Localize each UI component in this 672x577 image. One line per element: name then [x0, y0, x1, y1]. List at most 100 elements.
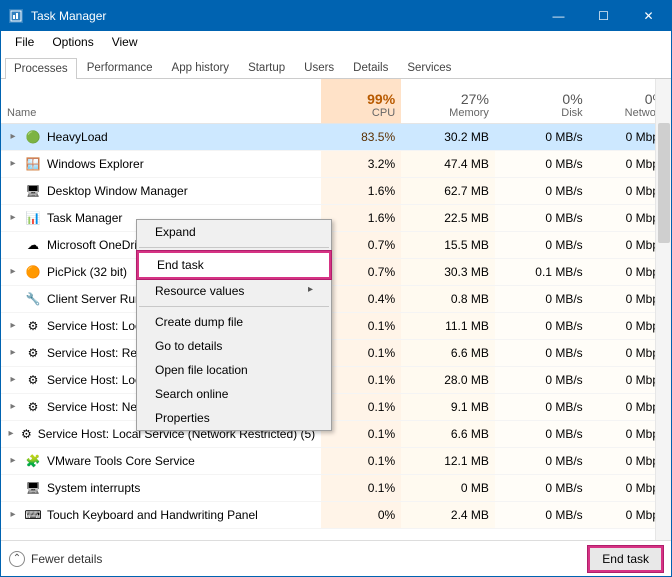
tab-app-history[interactable]: App history [163, 57, 239, 78]
expand-icon[interactable]: ▸ [7, 320, 19, 331]
cpu-cell: 0.1% [321, 474, 401, 501]
col-name[interactable]: Name [1, 79, 321, 123]
menu-view[interactable]: View [104, 33, 146, 51]
disk-cell: 0 MB/s [495, 123, 589, 150]
memory-cell: 2.4 MB [401, 501, 495, 528]
memory-cell: 6.6 MB [401, 339, 495, 366]
table-row[interactable]: ▸⌨Touch Keyboard and Handwriting Panel0%… [1, 501, 671, 528]
table-row[interactable]: ▸🧩VMware Tools Core Service0.1%12.1 MB0 … [1, 447, 671, 474]
cpu-cell: 0.7% [321, 231, 401, 258]
cpu-cell: 0.1% [321, 339, 401, 366]
minimize-button[interactable]: — [536, 1, 581, 31]
expand-icon[interactable]: ▸ [7, 131, 19, 142]
cpu-cell: 3.2% [321, 150, 401, 177]
ctx-properties[interactable]: Properties [137, 406, 331, 430]
cpu-cell: 0.1% [321, 312, 401, 339]
menubar: File Options View [1, 31, 671, 53]
ctx-sep [139, 247, 329, 248]
cpu-cell: 0.4% [321, 285, 401, 312]
ctx-expand[interactable]: Expand [137, 220, 331, 244]
process-name: Task Manager [47, 211, 122, 225]
table-row[interactable]: ▸🟠PicPick (32 bit)0.7%30.3 MB0.1 MB/s0 M… [1, 258, 671, 285]
process-icon: ⌨ [25, 507, 41, 523]
process-icon: 🪟 [25, 156, 41, 172]
process-name: VMware Tools Core Service [47, 454, 195, 468]
memory-cell: 62.7 MB [401, 177, 495, 204]
app-icon [1, 9, 31, 23]
process-icon: 🖥 [25, 480, 41, 496]
cpu-cell: 0.7% [321, 258, 401, 285]
expand-icon[interactable]: ▸ [7, 374, 19, 385]
expand-icon[interactable]: ▸ [7, 428, 15, 439]
process-icon: 🟢 [25, 129, 41, 145]
chevron-up-icon: ⌃ [9, 551, 25, 567]
expand-icon[interactable]: ▸ [7, 158, 19, 169]
tab-processes[interactable]: Processes [5, 58, 77, 79]
table-row[interactable]: ▸📊Task Manager1.6%22.5 MB0 MB/s0 Mbps [1, 204, 671, 231]
vertical-scrollbar[interactable] [655, 79, 671, 540]
tab-startup[interactable]: Startup [239, 57, 294, 78]
expand-icon[interactable]: ▸ [7, 266, 19, 277]
tabstrip: Processes Performance App history Startu… [1, 53, 671, 79]
table-row[interactable]: 🖥System interrupts0.1%0 MB0 MB/s0 Mbps [1, 474, 671, 501]
table-row[interactable]: ▸⚙Service Host: Local Service (Network R… [1, 420, 671, 447]
disk-cell: 0 MB/s [495, 501, 589, 528]
process-icon: ⚙ [25, 399, 41, 415]
ctx-search-online[interactable]: Search online [137, 382, 331, 406]
expand-icon[interactable]: ▸ [7, 347, 19, 358]
expand-icon[interactable]: ▸ [7, 212, 19, 223]
table-row[interactable]: ▸🟢HeavyLoad83.5%30.2 MB0 MB/s0 Mbps [1, 123, 671, 150]
footer: ⌃ Fewer details End task [1, 540, 671, 576]
tab-users[interactable]: Users [295, 57, 343, 78]
table-row[interactable]: ▸⚙Service Host: Local Service (No Networ… [1, 312, 671, 339]
ctx-open-file-location[interactable]: Open file location [137, 358, 331, 382]
expand-icon[interactable]: ▸ [7, 401, 19, 412]
process-name: Windows Explorer [47, 157, 144, 171]
cpu-cell: 1.6% [321, 204, 401, 231]
memory-cell: 22.5 MB [401, 204, 495, 231]
close-button[interactable]: ✕ [626, 1, 671, 31]
col-cpu[interactable]: 99%CPU [321, 79, 401, 123]
disk-cell: 0 MB/s [495, 285, 589, 312]
tab-services[interactable]: Services [398, 57, 460, 78]
process-name: HeavyLoad [47, 130, 108, 144]
ctx-end-task[interactable]: End task [137, 251, 331, 279]
process-icon: ⚙ [25, 318, 41, 334]
fewer-details-button[interactable]: ⌃ Fewer details [9, 551, 102, 567]
cpu-cell: 83.5% [321, 123, 401, 150]
end-task-button[interactable]: End task [588, 546, 663, 572]
window-title: Task Manager [31, 9, 536, 23]
maximize-button[interactable]: ☐ [581, 1, 626, 31]
process-name: Desktop Window Manager [47, 184, 188, 198]
titlebar[interactable]: Task Manager — ☐ ✕ [1, 1, 671, 31]
ctx-go-to-details[interactable]: Go to details [137, 334, 331, 358]
tab-details[interactable]: Details [344, 57, 397, 78]
process-table-wrap: Name 99%CPU 27%Memory 0%Disk 0%Network ▸… [1, 79, 671, 540]
table-row[interactable]: ☁Microsoft OneDrive0.7%15.5 MB0 MB/s0 Mb… [1, 231, 671, 258]
tab-performance[interactable]: Performance [78, 57, 162, 78]
table-row[interactable]: ▸⚙Service Host: Network Service (7)0.1%9… [1, 393, 671, 420]
col-disk[interactable]: 0%Disk [495, 79, 589, 123]
disk-cell: 0 MB/s [495, 474, 589, 501]
menu-options[interactable]: Options [44, 33, 101, 51]
process-icon: ☁ [25, 237, 41, 253]
table-row[interactable]: ▸⚙Service Host: Local System (18)0.1%28.… [1, 366, 671, 393]
disk-cell: 0 MB/s [495, 312, 589, 339]
fewer-details-label: Fewer details [31, 552, 102, 566]
expand-icon[interactable]: ▸ [7, 455, 19, 466]
disk-cell: 0 MB/s [495, 447, 589, 474]
ctx-resource-values[interactable]: Resource values [137, 279, 331, 303]
table-row[interactable]: ▸🪟Windows Explorer3.2%47.4 MB0 MB/s0 Mbp… [1, 150, 671, 177]
table-row[interactable]: ▸⚙Service Host: Remote Procedure Call (2… [1, 339, 671, 366]
col-memory[interactable]: 27%Memory [401, 79, 495, 123]
table-row[interactable]: 🔧Client Server Runtime0.4%0.8 MB0 MB/s0 … [1, 285, 671, 312]
ctx-create-dump[interactable]: Create dump file [137, 310, 331, 334]
disk-cell: 0 MB/s [495, 366, 589, 393]
process-icon: 🔧 [25, 291, 41, 307]
menu-file[interactable]: File [7, 33, 42, 51]
ctx-sep [139, 306, 329, 307]
table-row[interactable]: 🖥Desktop Window Manager1.6%62.7 MB0 MB/s… [1, 177, 671, 204]
disk-cell: 0 MB/s [495, 393, 589, 420]
expand-icon[interactable]: ▸ [7, 509, 19, 520]
memory-cell: 0.8 MB [401, 285, 495, 312]
